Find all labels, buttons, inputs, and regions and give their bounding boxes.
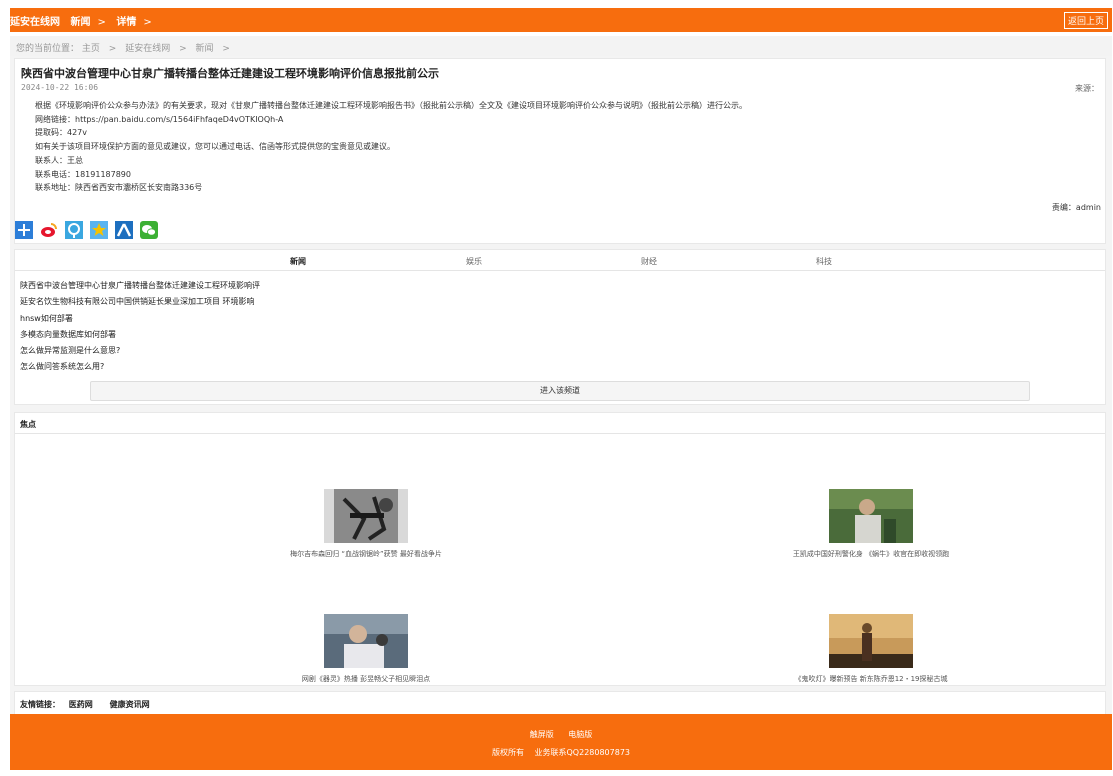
article-body: 根据《环境影响评价公众参与办法》的有关要求，现对《甘泉广播转播台整体迁建建设工程… [35, 99, 747, 195]
article-paragraph: 如有关于该项目环境保护方面的意见或建议，您可以通过电话、信函等形式提供您的宝贵意… [35, 142, 395, 152]
news-list: 陕西省中波台管理中心甘泉广播转播台整体迁建建设工程环境影响评 延安名饮生物科技有… [20, 278, 260, 376]
focus-item[interactable]: 梅尔吉布森回归 “血战钢锯岭”获赞 最好看战争片 [206, 489, 526, 559]
article-paragraph: 联系地址：陕西省西安市灞桥区长安南路336号 [35, 183, 203, 193]
renren-icon[interactable] [115, 221, 134, 239]
tab-tech[interactable]: 科技 [816, 256, 832, 267]
article-source: 来源： [1075, 84, 1099, 93]
article-paragraph: 联系电话：18191187890 [35, 169, 131, 179]
article-panel: 陕西省中波台管理中心甘泉广播转播台整体迁建建设工程环境影响评价信息报批前公示 2… [14, 58, 1106, 244]
friend-link[interactable]: 医药网 [69, 700, 93, 709]
weibo-icon[interactable] [40, 221, 59, 239]
list-item[interactable]: 怎么做问答系统怎么用? [20, 359, 260, 375]
focus-caption[interactable]: 梅尔吉布森回归 “血战钢锯岭”获赞 最好看战争片 [206, 549, 526, 559]
list-item[interactable]: 多模态向量数据库如何部署 [20, 327, 260, 343]
list-item[interactable]: 延安名饮生物科技有限公司中国供销延长果业深加工项目 环境影响 [20, 294, 260, 310]
focus-thumbnail[interactable] [829, 614, 913, 668]
article-title: 陕西省中波台管理中心甘泉广播转播台整体迁建建设工程环境影响评价信息报批前公示 [21, 67, 439, 80]
top-breadcrumb: 延安在线网 新闻 > 详情 > [10, 13, 159, 28]
wechat-icon[interactable] [140, 221, 159, 239]
focus-item[interactable]: 王凯成中国好刑警化身 《蜗牛》收官在即收视领跑 [711, 489, 1031, 559]
location-site-link[interactable]: 延安在线网 [125, 44, 170, 54]
channel-panel: 新闻 娱乐 财经 科技 陕西省中波台管理中心甘泉广播转播台整体迁建建设工程环境影… [14, 249, 1106, 405]
focus-header: 焦点 [15, 413, 1105, 434]
article-paragraph: 根据《环境影响评价公众参与办法》的有关要求，现对《甘泉广播转播台整体迁建建设工程… [35, 101, 747, 110]
location-prefix: 您的当前位置： [16, 44, 80, 54]
list-item[interactable]: 陕西省中波台管理中心甘泉广播转播台整体迁建建设工程环境影响评 [20, 278, 260, 294]
site-name-link[interactable]: 延安在线网 [10, 17, 60, 28]
footer: 触屏版 电脑版 版权所有 业务联系QQ2280807873 [10, 714, 1112, 770]
friend-link[interactable]: 健康资讯网 [110, 700, 150, 709]
focus-heading: 焦点 [20, 420, 36, 429]
article-date: 2024-10-22 16:06 [21, 83, 99, 92]
article-link-line[interactable]: 网络链接：https://pan.baidu.com/s/1564iFhfaqe… [35, 113, 747, 127]
focus-caption[interactable]: 网剧《器灵》热播 彭昱畅父子相见瞬泪点 [206, 674, 526, 684]
touch-version-link[interactable]: 触屏版 [530, 730, 554, 739]
business-contact: 业务联系QQ2280807873 [534, 748, 631, 757]
article-editor: 责编：admin [1051, 203, 1101, 212]
breadcrumb-separator: > [143, 17, 152, 28]
enter-channel-button[interactable]: 进入该频道 [90, 381, 1030, 401]
plus-share-icon[interactable] [15, 221, 33, 239]
breadcrumb-separator: > [179, 44, 187, 54]
breadcrumb-separator: > [108, 44, 117, 54]
top-nav-bar: 延安在线网 新闻 > 详情 > 返回上页 [10, 8, 1112, 32]
channel-tabs: 新闻 娱乐 财经 科技 [15, 250, 1105, 271]
location-home-link[interactable]: 主页 [82, 44, 100, 54]
focus-caption[interactable]: 王凯成中国好刑警化身 《蜗牛》收官在即收视领跑 [711, 549, 1031, 559]
list-item[interactable]: 怎么做异常监测是什么意思? [20, 343, 260, 359]
focus-caption[interactable]: 《鬼吹灯》曝新预告 新东陈乔恩12・19探秘古城 [711, 674, 1031, 684]
list-item[interactable]: hnsw如何部署 [20, 311, 260, 327]
article-paragraph: 联系人：王总 [35, 155, 83, 165]
back-button[interactable]: 返回上页 [1063, 12, 1108, 29]
friend-links-label: 友情链接： [20, 700, 60, 709]
breadcrumb-separator: > [97, 17, 106, 28]
share-toolbar [15, 221, 160, 241]
focus-item[interactable]: 网剧《器灵》热播 彭昱畅父子相见瞬泪点 [206, 614, 526, 684]
copyright-text: 版权所有 [491, 748, 524, 757]
pc-version-link[interactable]: 电脑版 [568, 730, 592, 739]
tab-finance[interactable]: 财经 [641, 256, 657, 267]
focus-item[interactable]: 《鬼吹灯》曝新预告 新东陈乔恩12・19探秘古城 [711, 614, 1031, 684]
nav-news-link[interactable]: 新闻 [70, 17, 90, 28]
location-news-link[interactable]: 新闻 [196, 44, 214, 54]
focus-panel: 焦点 梅尔吉布森回归 “血战钢锯岭”获赞 最好看战争片 王凯成中国好刑警化身 《… [14, 412, 1106, 686]
focus-thumbnail[interactable] [829, 489, 913, 543]
tab-news[interactable]: 新闻 [290, 256, 306, 267]
friend-links: 友情链接： 医药网 健康资讯网 [14, 691, 1106, 715]
qzone-icon[interactable] [90, 221, 109, 239]
nav-detail-link[interactable]: 详情 [116, 17, 136, 28]
breadcrumb-separator: > [222, 44, 230, 54]
article-paragraph: 提取码：427v [35, 128, 88, 138]
tab-entertainment[interactable]: 娱乐 [466, 256, 482, 267]
tencent-weibo-icon[interactable] [65, 221, 84, 239]
focus-thumbnail[interactable] [324, 489, 408, 543]
focus-thumbnail[interactable] [324, 614, 408, 668]
location-bar: 您的当前位置： 主页 > 延安在线网 > 新闻 > [10, 36, 1112, 56]
